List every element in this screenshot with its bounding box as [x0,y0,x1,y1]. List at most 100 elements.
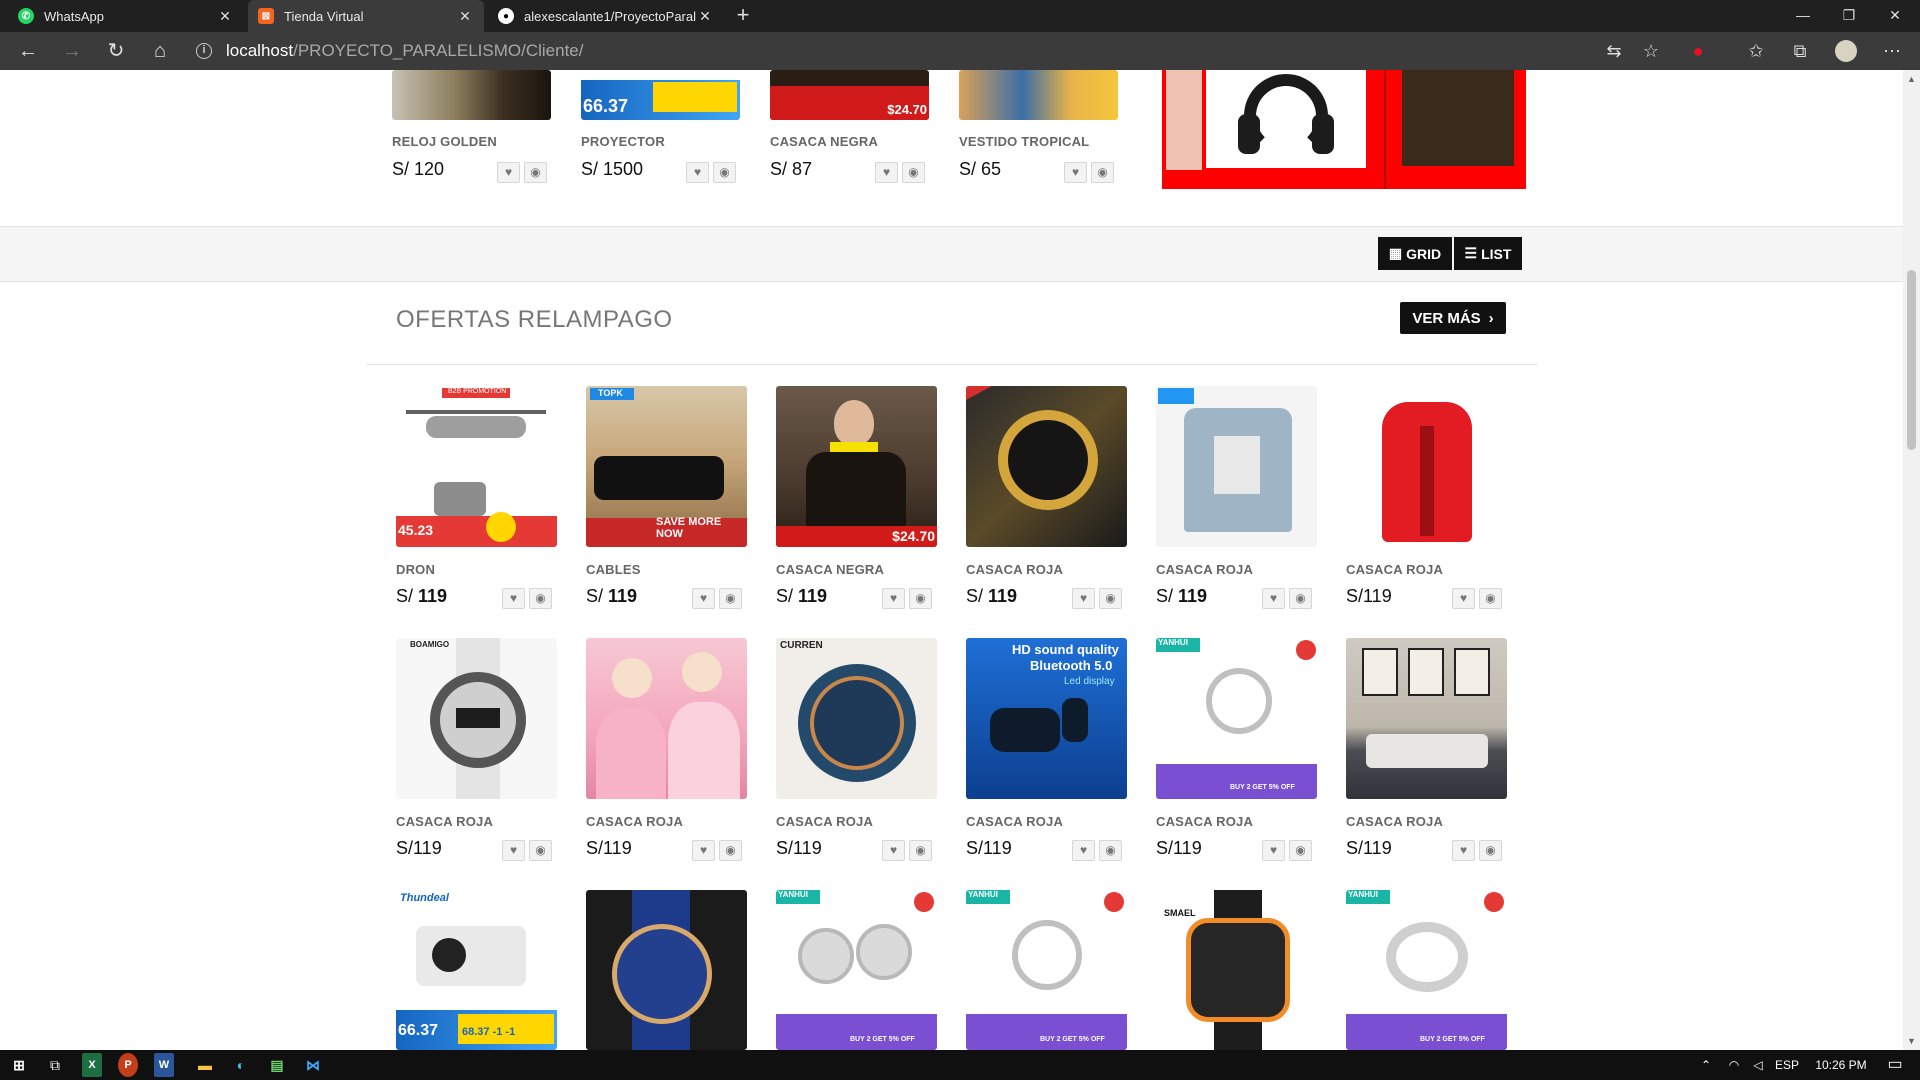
wishlist-heart-icon[interactable]: ♥ [502,588,525,609]
collections-icon[interactable]: ⧉ [1786,38,1814,64]
tab-whatsapp[interactable]: ✆ WhatsApp ✕ [8,0,244,32]
scrollbar-thumb[interactable] [1907,270,1916,450]
wishlist-heart-icon[interactable]: ♥ [1452,840,1475,861]
translate-icon[interactable]: ⇆ [1600,38,1628,64]
close-window-button[interactable]: ✕ [1872,0,1918,32]
clock[interactable]: 10:26 PM [1806,1050,1876,1080]
tab-tienda-virtual[interactable]: ⊠ Tienda Virtual ✕ [248,0,484,32]
grid-view-button[interactable]: ▦ GRID [1378,237,1452,270]
profile-avatar[interactable] [1832,38,1860,64]
product-image-reloj-curren[interactable]: CURREN [776,638,937,799]
forward-button[interactable]: → [56,36,88,66]
wishlist-heart-icon[interactable]: ♥ [497,162,520,183]
favorites-icon[interactable]: ✩ [1742,38,1770,64]
quick-view-eye-icon[interactable]: ◉ [529,588,552,609]
product-image-casaca-roja[interactable] [1346,386,1507,547]
back-button[interactable]: ← [12,36,44,66]
more-menu-icon[interactable]: ⋯ [1878,38,1906,64]
wishlist-heart-icon[interactable]: ♥ [1072,588,1095,609]
close-icon[interactable]: ✕ [456,8,474,25]
ver-mas-button[interactable]: VER MÁS › [1400,302,1506,334]
language-indicator[interactable]: ESP [1772,1050,1802,1080]
wishlist-heart-icon[interactable]: ♥ [882,840,905,861]
wishlist-heart-icon[interactable]: ♥ [502,840,525,861]
task-view-icon[interactable]: ⧉ [40,1053,70,1077]
list-view-button[interactable]: ☰ LIST [1454,237,1522,270]
quick-view-eye-icon[interactable]: ◉ [713,162,736,183]
product-image-cables[interactable]: TOPK SAVE MORE NOW [586,386,747,547]
address-bar[interactable]: i localhost /PROYECTO_PARALELISMO/Client… [196,35,1646,67]
scroll-down-icon[interactable]: ▼ [1906,1036,1917,1046]
quick-view-eye-icon[interactable]: ◉ [529,840,552,861]
promo-banner[interactable] [1162,70,1526,189]
wishlist-heart-icon[interactable]: ♥ [692,588,715,609]
notifications-icon[interactable]: ▭ [1880,1050,1910,1080]
favorite-star-icon[interactable]: ☆ [1637,38,1665,64]
quick-view-eye-icon[interactable]: ◉ [1091,162,1114,183]
product-image-proyector[interactable]: Thundeal 66.37 68.37 -1 -1 [396,890,557,1050]
quick-view-eye-icon[interactable]: ◉ [909,840,932,861]
edge-browser-icon[interactable]: ◐ [226,1053,256,1077]
new-tab-button[interactable]: + [728,0,758,32]
product-image-anillo-plata[interactable]: YANHUI BUY 2 GET 5% OFF [1346,890,1507,1050]
product-image-audifonos[interactable]: HD sound quality Bluetooth 5.0 Led displ… [966,638,1127,799]
product-image-vestido-tropical[interactable] [959,70,1118,120]
close-icon[interactable]: ✕ [216,8,234,25]
product-image-reloj-golden[interactable] [392,70,551,120]
refresh-button[interactable]: ↻ [100,36,132,66]
wishlist-heart-icon[interactable]: ♥ [882,588,905,609]
restore-button[interactable]: ❐ [1826,0,1872,32]
quick-view-eye-icon[interactable]: ◉ [719,840,742,861]
wishlist-heart-icon[interactable]: ♥ [1452,588,1475,609]
tab-github[interactable]: ● alexescalante1/ProyectoParalelis ✕ [488,0,724,32]
quick-view-eye-icon[interactable]: ◉ [1099,588,1122,609]
wishlist-heart-icon[interactable]: ♥ [686,162,709,183]
quick-view-eye-icon[interactable]: ◉ [1289,588,1312,609]
product-image-casaca-negra[interactable]: $24.70 [776,386,937,547]
product-image-reloj-smael[interactable]: SMAEL [1156,890,1317,1050]
product-image-casaca-negra[interactable]: $24.70 [770,70,929,120]
product-image-casaca-jean[interactable] [1156,386,1317,547]
powerpoint-icon[interactable]: P [118,1053,138,1077]
file-explorer-icon[interactable]: ▬ [190,1053,220,1077]
quick-view-eye-icon[interactable]: ◉ [524,162,547,183]
wishlist-heart-icon[interactable]: ♥ [692,840,715,861]
product-image-cuadros[interactable] [1346,638,1507,799]
product-image-aretes[interactable]: YANHUI BUY 2 GET 5% OFF [776,890,937,1050]
excel-icon[interactable]: X [82,1053,102,1077]
product-image-anillo-solitario[interactable]: YANHUI BUY 2 GET 5% OFF [966,890,1127,1050]
vscode-icon[interactable]: ⋈ [298,1053,328,1077]
product-image-reloj-azul[interactable] [586,890,747,1050]
minimize-button[interactable]: — [1780,0,1826,32]
wifi-icon[interactable]: ◠ [1724,1050,1744,1080]
extension-icon[interactable]: ● [1684,38,1712,64]
product-image-reloj[interactable] [966,386,1127,547]
page-scrollbar[interactable]: ▲ ▼ [1903,70,1920,1050]
close-icon[interactable]: ✕ [696,8,714,25]
info-icon[interactable]: i [196,43,212,59]
wishlist-heart-icon[interactable]: ♥ [875,162,898,183]
quick-view-eye-icon[interactable]: ◉ [909,588,932,609]
scroll-up-icon[interactable]: ▲ [1906,74,1917,84]
wishlist-heart-icon[interactable]: ♥ [1064,162,1087,183]
app-icon[interactable]: ▤ [262,1053,292,1077]
home-button[interactable]: ⌂ [144,36,176,66]
quick-view-eye-icon[interactable]: ◉ [902,162,925,183]
product-image-muneca[interactable] [586,638,747,799]
wishlist-heart-icon[interactable]: ♥ [1262,840,1285,861]
quick-view-eye-icon[interactable]: ◉ [1289,840,1312,861]
windows-start-icon[interactable]: ⊞ [4,1053,34,1077]
product-image-anillo[interactable]: YANHUI BUY 2 GET 5% OFF [1156,638,1317,799]
volume-icon[interactable]: ◁ [1748,1050,1768,1080]
quick-view-eye-icon[interactable]: ◉ [1479,840,1502,861]
wishlist-heart-icon[interactable]: ♥ [1072,840,1095,861]
wishlist-heart-icon[interactable]: ♥ [1262,588,1285,609]
product-image-reloj-blanco[interactable]: BOAMIGO [396,638,557,799]
product-image-dron[interactable]: B2B PROMOTION 45.23 [396,386,557,547]
quick-view-eye-icon[interactable]: ◉ [1099,840,1122,861]
word-icon[interactable]: W [154,1053,174,1077]
product-image-proyector[interactable]: 66.37 [581,70,740,120]
chevron-up-icon[interactable]: ⌃ [1696,1050,1716,1080]
quick-view-eye-icon[interactable]: ◉ [1479,588,1502,609]
quick-view-eye-icon[interactable]: ◉ [719,588,742,609]
